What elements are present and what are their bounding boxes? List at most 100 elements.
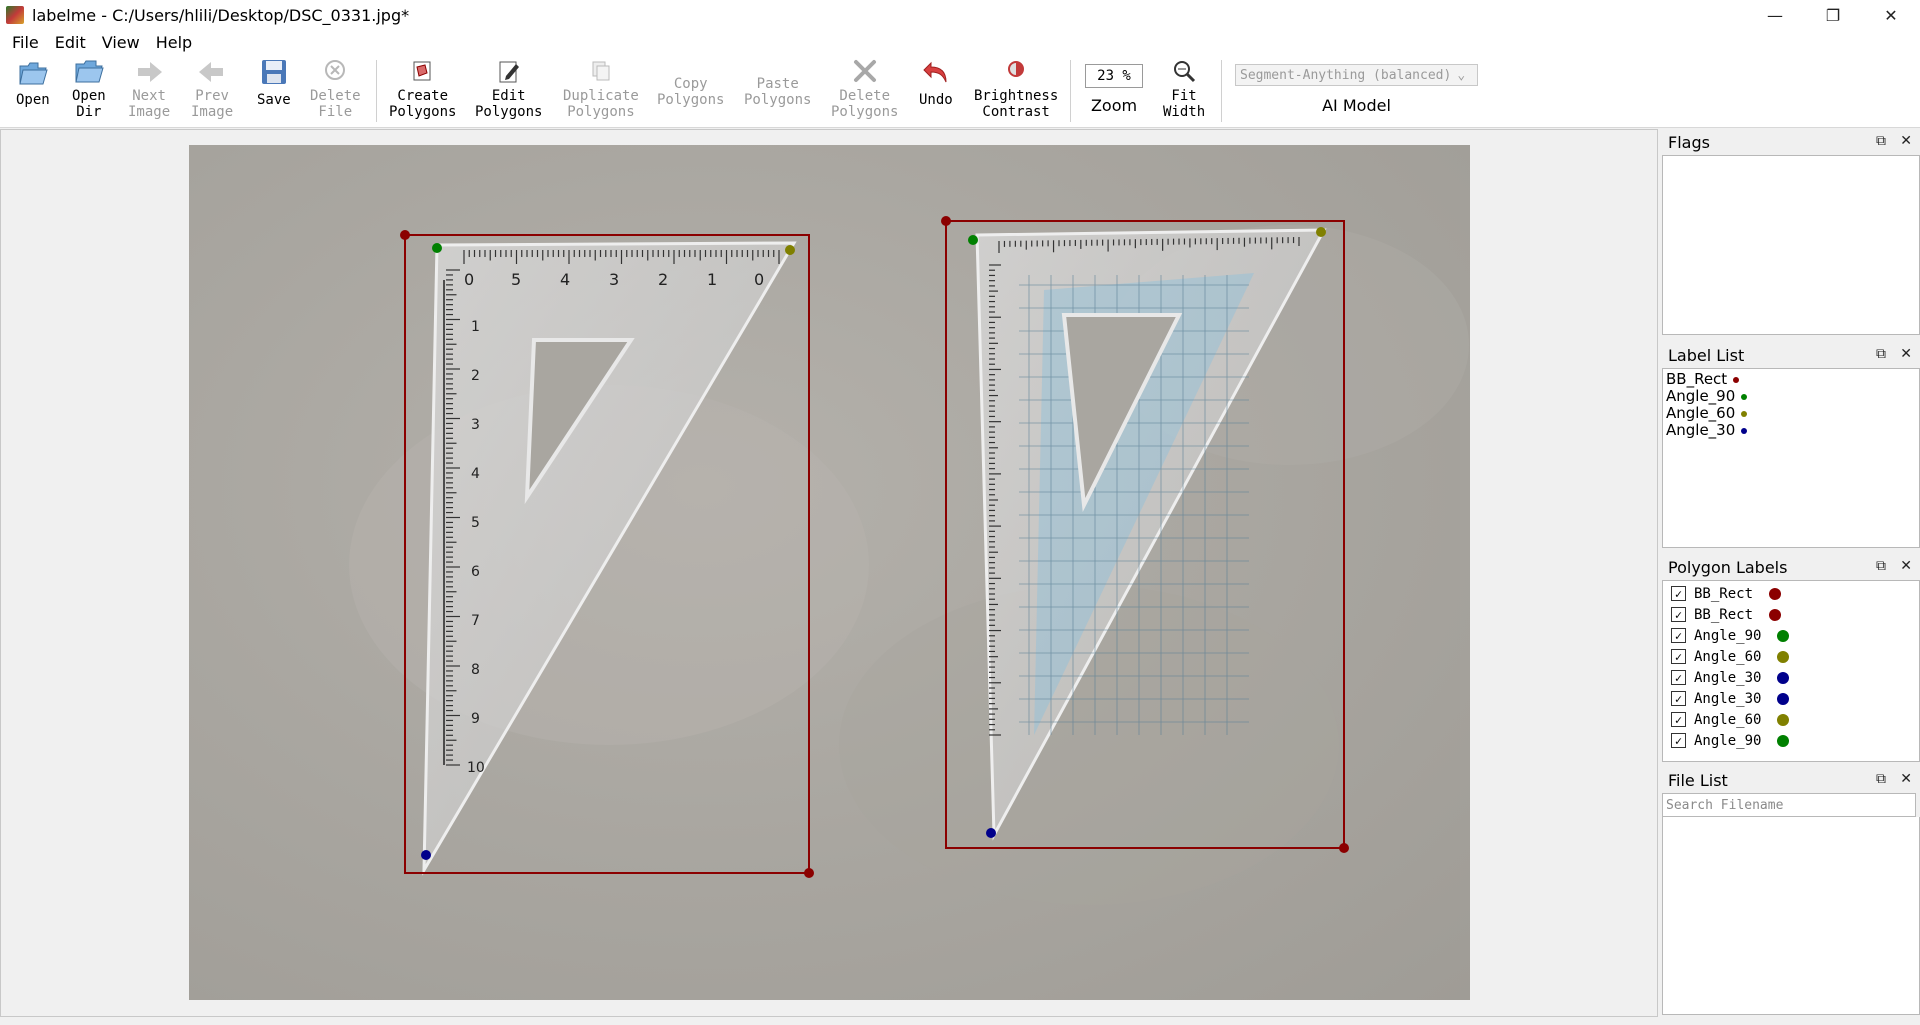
labelme-app-icon <box>6 6 24 24</box>
polygon-label-text: BB_Rect <box>1694 606 1754 623</box>
label-list[interactable]: BB_Rect Angle_90 Angle_60 Angle_30 <box>1662 368 1920 548</box>
polygon-color-dot <box>1769 608 1782 621</box>
angle-60-point[interactable] <box>785 245 795 255</box>
ruler-number: 5 <box>511 270 521 289</box>
polygon-color-dot <box>1777 671 1790 684</box>
close-dock-icon[interactable]: ✕ <box>1900 771 1912 787</box>
image-canvas[interactable]: 0 1 2 3 4 5 0 1 2 3 4 5 6 7 8 9 10 <box>189 145 1470 1000</box>
float-dock-icon[interactable]: ⧉ <box>1876 771 1886 787</box>
menu-file[interactable]: File <box>4 33 47 52</box>
next-image-button[interactable]: Next Image <box>128 58 170 120</box>
polygon-label-item[interactable]: ✓ Angle_60 <box>1663 646 1919 667</box>
file-list-title: File List <box>1668 770 1728 790</box>
save-button[interactable]: Save <box>257 58 291 108</box>
ruler-number: 8 <box>471 662 480 678</box>
label-list-item[interactable]: Angle_30 <box>1663 422 1919 439</box>
ruler-number: 10 <box>467 760 485 776</box>
angle-60-point[interactable] <box>1316 227 1326 237</box>
visibility-checkbox[interactable]: ✓ <box>1671 670 1686 685</box>
toolbar-separator <box>1070 60 1071 122</box>
bb-rect-vertex[interactable] <box>941 216 951 226</box>
close-window-button[interactable]: ✕ <box>1862 0 1920 30</box>
minimize-button[interactable]: — <box>1746 0 1804 30</box>
label-list-title: Label List <box>1668 345 1745 365</box>
float-dock-icon[interactable]: ⧉ <box>1876 346 1886 362</box>
menu-edit[interactable]: Edit <box>47 33 94 52</box>
polygon-label-text: Angle_60 <box>1694 711 1762 728</box>
visibility-checkbox[interactable]: ✓ <box>1671 712 1686 727</box>
polygon-label-item[interactable]: ✓ BB_Rect <box>1663 604 1919 625</box>
undo-button[interactable]: Undo <box>919 58 953 108</box>
ruler-number: 1 <box>707 270 717 289</box>
label-color-dot <box>1741 427 1748 434</box>
angle-90-point[interactable] <box>432 243 442 253</box>
float-dock-icon[interactable]: ⧉ <box>1876 133 1886 149</box>
ai-model-label: AI Model <box>1322 96 1391 115</box>
visibility-checkbox[interactable]: ✓ <box>1671 733 1686 748</box>
polygon-label-text: BB_Rect <box>1694 585 1754 602</box>
label-text: Angle_30 <box>1666 421 1736 439</box>
polygon-label-item[interactable]: ✓ BB_Rect <box>1663 583 1919 604</box>
label-list-item[interactable]: Angle_90 <box>1663 388 1919 405</box>
menu-view[interactable]: View <box>94 33 148 52</box>
create-polygons-button[interactable]: Create Polygons <box>389 58 456 120</box>
duplicate-polygons-button[interactable]: Duplicate Polygons <box>563 58 639 120</box>
delete-polygons-button[interactable]: Delete Polygons <box>831 58 898 120</box>
undo-arrow-icon <box>921 58 951 86</box>
maximize-button[interactable]: ❐ <box>1804 0 1862 30</box>
ruler-number: 0 <box>754 270 764 289</box>
edit-polygons-button[interactable]: Edit Polygons <box>475 58 542 120</box>
menu-bar: File Edit View Help <box>0 30 1920 54</box>
visibility-checkbox[interactable]: ✓ <box>1671 607 1686 622</box>
ruler-number: 2 <box>471 368 480 384</box>
polygon-label-text: Angle_30 <box>1694 669 1762 686</box>
angle-90-point[interactable] <box>968 235 978 245</box>
close-dock-icon[interactable]: ✕ <box>1900 346 1912 362</box>
flags-list[interactable] <box>1662 155 1920 335</box>
polygon-label-item[interactable]: ✓ Angle_90 <box>1663 730 1919 751</box>
search-filename-input[interactable] <box>1662 793 1916 817</box>
zoom-input[interactable]: 23 % <box>1085 64 1143 88</box>
menu-help[interactable]: Help <box>148 33 200 52</box>
polygon-label-text: Angle_90 <box>1694 732 1762 749</box>
bb-rect-vertex[interactable] <box>1339 843 1349 853</box>
prev-image-button[interactable]: Prev Image <box>191 58 233 120</box>
visibility-checkbox[interactable]: ✓ <box>1671 649 1686 664</box>
open-button[interactable]: Open <box>16 58 50 108</box>
label-color-dot <box>1733 376 1740 383</box>
polygon-color-dot <box>1777 650 1790 663</box>
close-dock-icon[interactable]: ✕ <box>1900 558 1912 574</box>
visibility-checkbox[interactable]: ✓ <box>1671 628 1686 643</box>
polygon-label-item[interactable]: ✓ Angle_30 <box>1663 688 1919 709</box>
window-controls: — ❐ ✕ <box>1746 0 1920 30</box>
arrow-left-icon <box>197 58 227 86</box>
open-dir-button[interactable]: Open Dir <box>72 58 106 120</box>
bb-rect-vertex[interactable] <box>804 868 814 878</box>
bb-rect-vertex[interactable] <box>400 230 410 240</box>
label-text: Angle_60 <box>1666 404 1736 422</box>
duplicate-icon <box>586 58 616 86</box>
label-list-item[interactable]: BB_Rect <box>1663 371 1919 388</box>
delete-file-button[interactable]: Delete File <box>310 58 361 120</box>
ai-model-select[interactable]: Segment-Anything (balanced) ⌄ <box>1235 64 1478 86</box>
polygon-label-item[interactable]: ✓ Angle_60 <box>1663 709 1919 730</box>
polygon-label-list[interactable]: ✓ BB_Rect ✓ BB_Rect ✓ Angle_90 ✓ Angle_60 ✓ Angle… <box>1662 580 1920 762</box>
window-title: labelme - C:/Users/hlili/Desktop/DSC_033… <box>32 5 410 25</box>
flags-panel: Flags ⧉ ✕ <box>1662 129 1920 335</box>
visibility-checkbox[interactable]: ✓ <box>1671 691 1686 706</box>
float-dock-icon[interactable]: ⧉ <box>1876 558 1886 574</box>
toolbar-separator <box>376 60 377 122</box>
angle-30-point[interactable] <box>421 850 431 860</box>
close-dock-icon[interactable]: ✕ <box>1900 133 1912 149</box>
copy-polygons-button[interactable]: Copy Polygons <box>657 76 724 108</box>
polygon-label-item[interactable]: ✓ Angle_90 <box>1663 625 1919 646</box>
visibility-checkbox[interactable]: ✓ <box>1671 586 1686 601</box>
angle-30-point[interactable] <box>986 828 996 838</box>
polygon-label-item[interactable]: ✓ Angle_30 <box>1663 667 1919 688</box>
folder-open-icon <box>18 58 48 86</box>
brightness-contrast-button[interactable]: Brightness Contrast <box>974 58 1058 120</box>
label-list-item[interactable]: Angle_60 <box>1663 405 1919 422</box>
fit-width-button[interactable]: Fit Width <box>1163 58 1205 120</box>
paste-polygons-button[interactable]: Paste Polygons <box>744 76 811 108</box>
file-list[interactable] <box>1662 817 1920 1015</box>
